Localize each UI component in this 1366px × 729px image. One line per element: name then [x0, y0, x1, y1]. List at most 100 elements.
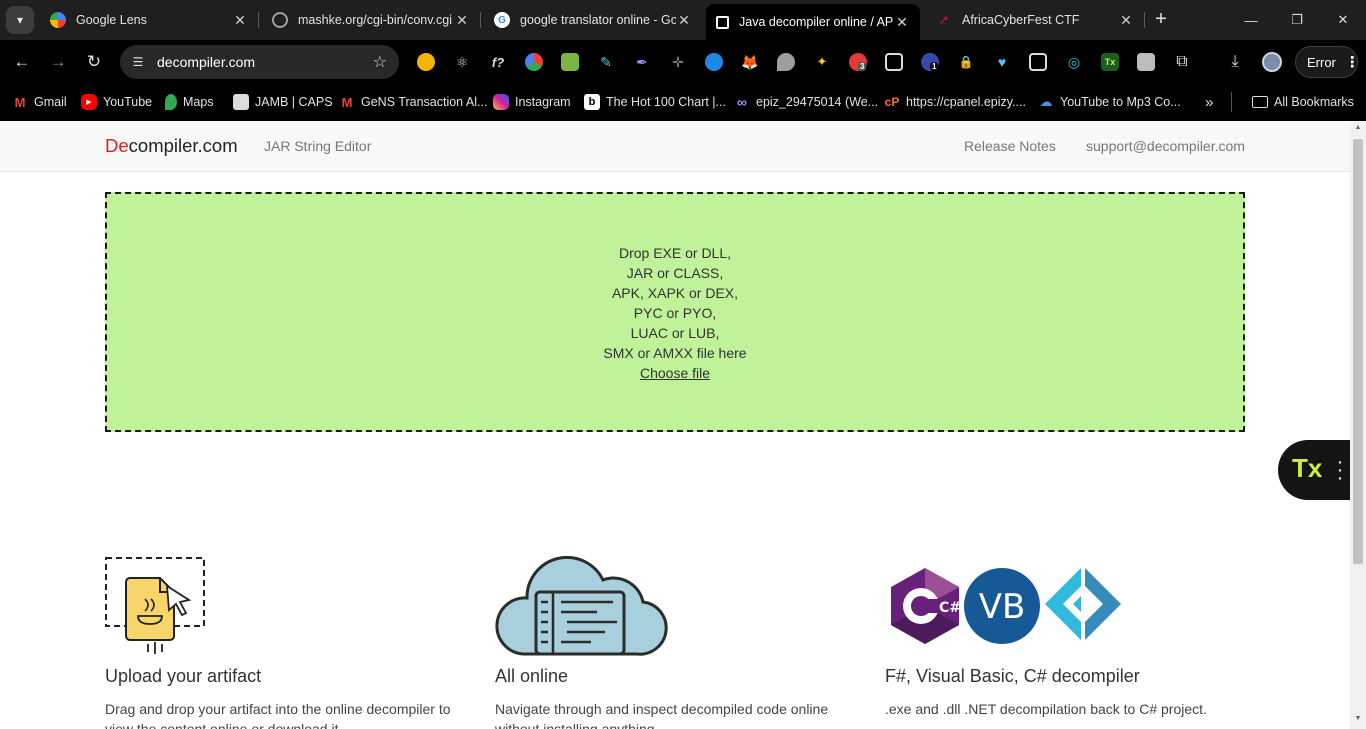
- eyedropper-icon[interactable]: ✎: [597, 53, 615, 71]
- bookmark-gmail[interactable]: M Gmail: [12, 93, 67, 111]
- color-picker-icon[interactable]: [525, 53, 543, 71]
- site-brand-link[interactable]: Decompiler.com: [105, 135, 238, 157]
- download-icon[interactable]: ⤓: [1224, 51, 1246, 73]
- tab-strip: ▾ Google Lens ✕ mashke.org/cgi-bin/conv.…: [0, 0, 1366, 40]
- close-icon[interactable]: ✕: [454, 12, 470, 29]
- minimize-button[interactable]: —: [1228, 0, 1274, 40]
- arrow-right-icon: →: [49, 52, 67, 71]
- bookmark-youtube[interactable]: ▶ YouTube: [81, 93, 152, 111]
- feature-title: All online: [495, 666, 569, 686]
- scroll-up-icon[interactable]: ▲: [1353, 124, 1363, 134]
- bee-icon[interactable]: ✦: [813, 53, 831, 71]
- tx-widget-label: Tx: [1292, 453, 1323, 483]
- tab-title: mashke.org/cgi-bin/conv.cgi: [298, 13, 453, 27]
- fsharp-logo-icon: [1045, 568, 1121, 640]
- heart-icon[interactable]: ♥: [993, 53, 1011, 71]
- bookmark-star-icon[interactable]: ☆: [373, 52, 387, 72]
- bookmark-epiz[interactable]: ∞ epiz_29475014 (We...: [734, 93, 878, 111]
- extension-chrome-icon[interactable]: [417, 53, 435, 71]
- react-devtools-icon[interactable]: ⚛: [453, 53, 471, 71]
- scrollbar-thumb[interactable]: [1353, 139, 1363, 564]
- extensions-puzzle-icon[interactable]: ⧉: [1171, 51, 1193, 73]
- page-scrollbar[interactable]: ▲ ▼: [1350, 121, 1366, 729]
- tx-floating-widget[interactable]: Tx · · ·: [1278, 440, 1350, 500]
- shield-icon[interactable]: ◎: [1065, 53, 1083, 71]
- tab-mashke[interactable]: mashke.org/cgi-bin/conv.cgi ✕: [262, 4, 481, 36]
- qr-code-icon[interactable]: [1029, 53, 1047, 71]
- google-icon: G: [494, 12, 510, 28]
- browser-toolbar: ← → ↻ ☰ decompiler.com ☆ ⚛ f? ✎ ✒ ✛ 🦊 ✦ …: [0, 40, 1366, 85]
- ctf-icon: ➚: [938, 12, 950, 27]
- back-button[interactable]: ←: [8, 48, 36, 76]
- close-window-button[interactable]: ✕: [1320, 0, 1366, 40]
- choose-file-link[interactable]: Choose file: [640, 363, 710, 383]
- chevron-down-icon: ▾: [16, 13, 24, 27]
- feature-description: Navigate through and inspect decompiled …: [495, 701, 829, 729]
- tab-google-lens[interactable]: Google Lens ✕: [40, 4, 259, 36]
- tab-search-button[interactable]: ▾: [6, 6, 34, 34]
- avatar[interactable]: [1262, 52, 1282, 72]
- tab-africacyberfest[interactable]: ➚ AfricaCyberFest CTF ✕: [926, 4, 1145, 36]
- tab-google-translator[interactable]: G google translator online - Go ✕: [484, 4, 702, 36]
- bookmark-yt-mp3[interactable]: ☁ YouTube to Mp3 Co...: [1038, 93, 1181, 111]
- font-icon[interactable]: f?: [489, 53, 507, 71]
- release-notes-link[interactable]: Release Notes: [964, 138, 1056, 154]
- tab-title: AfricaCyberFest CTF: [962, 13, 1080, 27]
- google-lens-icon: [50, 12, 66, 28]
- close-icon[interactable]: ✕: [232, 12, 248, 29]
- upload-artifact-icon: [105, 557, 205, 654]
- bookmarks-overflow-button[interactable]: »: [1205, 93, 1213, 111]
- page-content: Decompiler.com JAR String Editor Release…: [0, 121, 1350, 729]
- folder-icon: [1252, 96, 1268, 108]
- tab-decompiler[interactable]: Java decompiler online / APK ✕: [706, 4, 920, 40]
- scroll-down-icon[interactable]: ▼: [1353, 715, 1363, 725]
- profile-ext-icon[interactable]: 1: [921, 53, 939, 71]
- site-info-icon[interactable]: ☰: [128, 52, 148, 72]
- bookmark-gens[interactable]: M GeNS Transaction Al...: [339, 93, 488, 111]
- feature-description: Drag and drop your artifact into the onl…: [105, 701, 451, 729]
- close-icon[interactable]: ✕: [894, 14, 910, 31]
- restore-icon: ❐: [1291, 12, 1303, 27]
- gmail-icon: M: [14, 94, 26, 110]
- support-email-link[interactable]: support@decompiler.com: [1086, 138, 1245, 154]
- address-bar[interactable]: ☰ decompiler.com ☆: [120, 45, 399, 79]
- url-text[interactable]: decompiler.com: [157, 54, 255, 70]
- bookmark-hot100[interactable]: b The Hot 100 Chart |...: [584, 93, 726, 111]
- tab-title: google translator online - Go: [520, 13, 676, 27]
- feather-icon[interactable]: ✒: [633, 53, 651, 71]
- bookmark-instagram[interactable]: Instagram: [493, 93, 571, 111]
- bookmarks-bar: M Gmail ▶ YouTube Maps JAMB | CAPS M GeNS T…: [0, 85, 1366, 121]
- error-menu-button[interactable]: Error ⋮: [1295, 46, 1360, 78]
- location-pin-icon[interactable]: [777, 53, 795, 71]
- forward-button[interactable]: →: [44, 48, 72, 76]
- metamask-icon[interactable]: 🦊: [741, 53, 759, 71]
- translate-icon[interactable]: [885, 53, 903, 71]
- close-icon[interactable]: ✕: [1118, 12, 1134, 29]
- all-bookmarks-button[interactable]: All Bookmarks: [1252, 93, 1354, 111]
- kebab-menu-icon: ⋮: [1344, 54, 1360, 71]
- feature-title: F#, Visual Basic, C# decompiler: [885, 666, 1140, 686]
- kebab-menu-icon[interactable]: · · ·: [1338, 455, 1343, 485]
- recorder-icon[interactable]: 3: [849, 53, 867, 71]
- bookmark-jamb[interactable]: JAMB | CAPS: [233, 93, 333, 111]
- feature-description: .exe and .dll .NET decompilation back to…: [885, 701, 1207, 717]
- lock-icon[interactable]: 🔒: [957, 53, 975, 71]
- tx-extension-icon[interactable]: Tx: [1101, 53, 1119, 71]
- restore-button[interactable]: ❐: [1274, 0, 1320, 40]
- divider: [1231, 92, 1232, 112]
- jar-string-editor-link[interactable]: JAR String Editor: [264, 138, 371, 154]
- reload-button[interactable]: ↻: [80, 48, 108, 76]
- close-icon[interactable]: ✕: [676, 12, 692, 29]
- billboard-icon: b: [584, 94, 600, 110]
- gmail-icon: M: [341, 94, 353, 110]
- bookmark-cpanel[interactable]: cP https://cpanel.epizy....: [884, 93, 1026, 111]
- arrow-left-icon: ←: [13, 52, 31, 71]
- image-icon[interactable]: [561, 53, 579, 71]
- maps-icon: [165, 94, 177, 110]
- file-dropzone[interactable]: Drop EXE or DLL, JAR or CLASS, APK, XAPK…: [105, 192, 1245, 432]
- new-tab-button[interactable]: +: [1150, 8, 1172, 30]
- sync-icon[interactable]: [705, 53, 723, 71]
- move-icon[interactable]: ✛: [669, 53, 687, 71]
- bookmark-maps[interactable]: Maps: [165, 93, 214, 111]
- grid-icon[interactable]: [1137, 53, 1155, 71]
